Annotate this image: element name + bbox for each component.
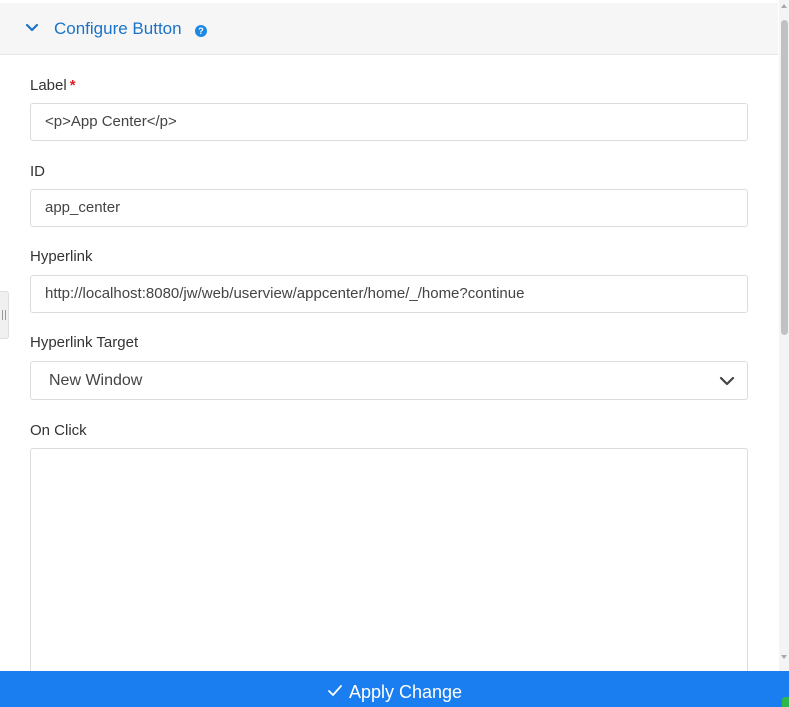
apply-change-label: Apply Change (348, 682, 463, 702)
scroll-down-arrow-icon[interactable] (781, 655, 787, 659)
hyperlink-target-field-label: Hyperlink Target (30, 334, 139, 351)
chevron-down-icon[interactable] (24, 20, 40, 36)
hyperlink-input[interactable]: http://localhost:8080/jw/web/userview/ap… (30, 275, 748, 313)
corner-indicator (782, 697, 789, 707)
label-field-text: Label (30, 77, 67, 94)
checkmark-icon (328, 685, 342, 697)
panel-resize-handle[interactable] (0, 291, 9, 339)
on-click-field-label: On Click (30, 422, 87, 439)
id-input[interactable]: app_center (30, 189, 748, 227)
properties-panel: Configure Button ? Label * <p>App Center<… (0, 0, 789, 707)
id-field-label: ID (30, 163, 45, 180)
scroll-up-arrow-icon[interactable] (781, 4, 787, 8)
required-marker: * (69, 77, 76, 94)
help-icon[interactable]: ? (195, 25, 207, 37)
scrollbar-thumb[interactable] (781, 20, 788, 335)
chevron-down-icon (719, 376, 735, 386)
apply-change-button[interactable]: Apply Change (0, 671, 789, 707)
grip-icon (2, 310, 6, 320)
configure-button-header[interactable]: Configure Button ? (0, 3, 778, 55)
hyperlink-field-label: Hyperlink (30, 248, 93, 265)
hyperlink-target-select[interactable]: New Window (30, 361, 748, 400)
hyperlink-target-selected: New Window (49, 372, 143, 389)
on-click-textarea[interactable] (30, 448, 748, 688)
label-field-label: Label * (30, 77, 76, 95)
section-title: Configure Button (54, 19, 182, 38)
label-input[interactable]: <p>App Center</p> (30, 103, 748, 141)
